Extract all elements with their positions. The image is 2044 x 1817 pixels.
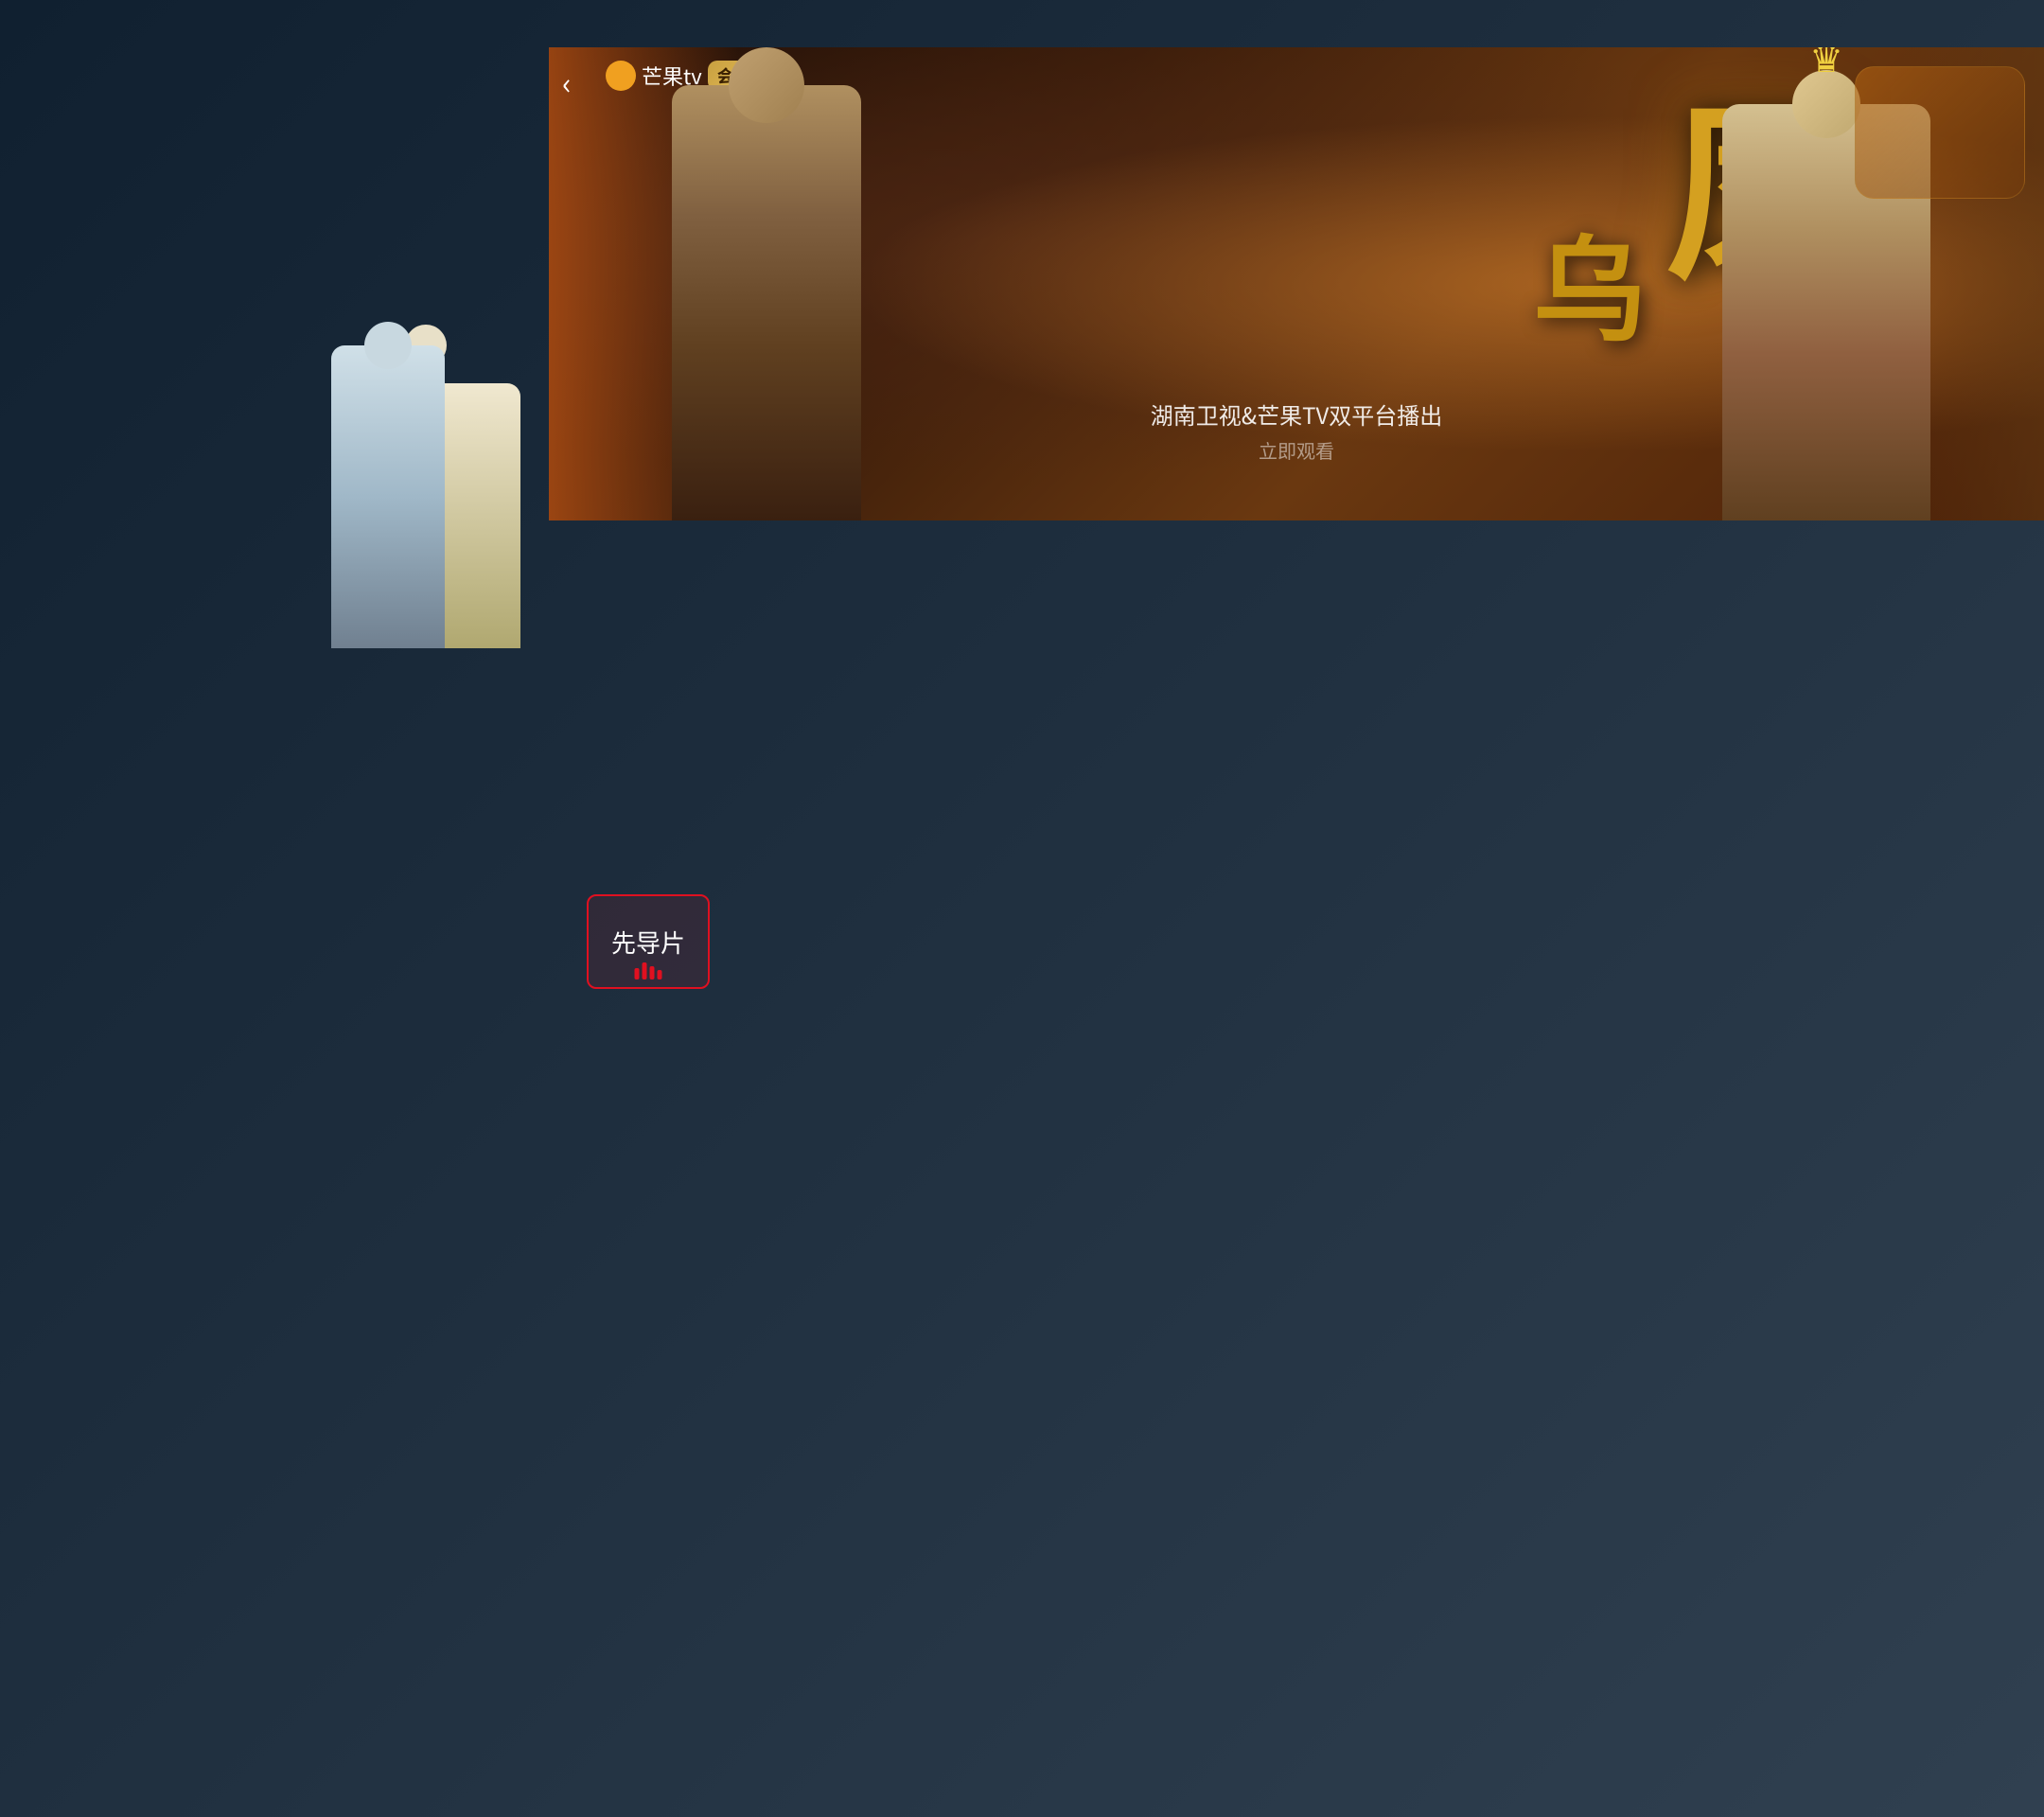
bar-2 (643, 962, 647, 979)
episode-preview-label: 先导片 (611, 925, 685, 960)
episode-preview[interactable]: 先导片 (587, 894, 710, 989)
left-panel: 12:12 A ▾ ▲ ▓ 🔍 猎冰 🕐 ⬇ 首页 云影院 电视剧 电影 综艺 … (0, 0, 549, 1817)
hero-title-wu: 乌 (1533, 199, 1647, 363)
mini-card-2-bg (189, 1095, 341, 1322)
male-head-right (729, 47, 804, 123)
broadcast-sub: 立即观看 (1151, 436, 1443, 464)
second-row (0, 1072, 549, 1322)
dragon-decoration (1855, 66, 2025, 199)
male-figure (331, 345, 445, 648)
playing-icon (635, 962, 662, 979)
left-hero-figure (625, 85, 908, 520)
mini-card-2[interactable] (189, 1095, 341, 1322)
broadcast-info: 湖南卫视&芒果TV双平台播出 立即观看 (1151, 397, 1443, 464)
couple-figures (331, 345, 520, 648)
hero-video-banner[interactable]: ‹ 芒果tv 会员尊享 凤 乌 ♛ (549, 47, 2044, 520)
episode-preview-content: 先导片 (611, 925, 685, 960)
male-body-right (672, 85, 861, 520)
male-head (364, 322, 412, 369)
bar-4 (658, 970, 662, 979)
bar-1 (635, 968, 640, 979)
back-button[interactable]: ‹ (562, 61, 572, 104)
broadcast-text: 湖南卫视&芒果TV双平台播出 (1151, 397, 1443, 431)
bar-3 (650, 966, 655, 979)
dragon-shape (1855, 66, 2025, 199)
crown-decoration: ♛ (1809, 47, 1843, 83)
